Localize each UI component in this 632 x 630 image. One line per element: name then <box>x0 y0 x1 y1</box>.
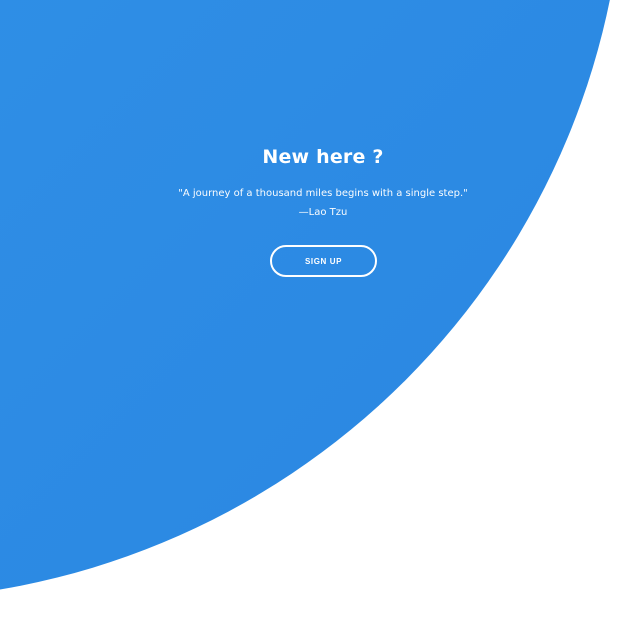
sign-up-button[interactable]: SIGN UP <box>270 245 377 277</box>
quote-author: —Lao Tzu <box>298 207 348 218</box>
quote-text: "A journey of a thousand miles begins wi… <box>178 188 468 199</box>
panel-title: New here ? <box>262 146 384 168</box>
blue-circular-panel <box>0 0 625 600</box>
signup-page: New here ? "A journey of a thousand mile… <box>0 0 632 630</box>
